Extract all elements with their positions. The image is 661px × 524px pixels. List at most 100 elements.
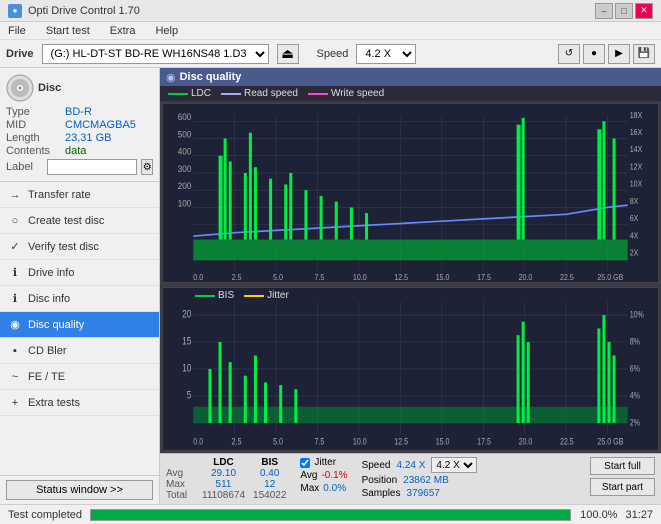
- svg-text:17.5: 17.5: [477, 272, 491, 282]
- stats-total-ldc: 11108674: [198, 490, 249, 501]
- nav-cd-bler[interactable]: ▪ CD Bler: [0, 338, 159, 364]
- svg-text:0.0: 0.0: [193, 436, 203, 447]
- minimize-button[interactable]: –: [595, 3, 613, 19]
- disc-contents-value: data: [65, 145, 86, 157]
- disc-type-row: Type BD-R: [6, 106, 153, 118]
- samples-row: Samples 379657: [362, 488, 478, 499]
- close-button[interactable]: ✕: [635, 3, 653, 19]
- status-window-button[interactable]: Status window >>: [6, 480, 153, 500]
- menu-help[interactable]: Help: [151, 25, 182, 37]
- svg-text:12.5: 12.5: [394, 436, 408, 447]
- svg-text:500: 500: [178, 129, 192, 140]
- start-full-button[interactable]: Start full: [590, 457, 655, 475]
- svg-text:10.0: 10.0: [353, 436, 367, 447]
- svg-text:6X: 6X: [630, 214, 639, 224]
- svg-text:8X: 8X: [630, 197, 639, 207]
- svg-text:2.5: 2.5: [232, 272, 242, 282]
- chart-title-icon: ◉: [166, 71, 176, 84]
- samples-label: Samples: [362, 488, 401, 499]
- menu-starttest[interactable]: Start test: [42, 25, 94, 37]
- max-jitter-label: Max: [300, 483, 319, 494]
- extra-tests-icon: +: [8, 396, 22, 410]
- svg-text:5.0: 5.0: [273, 436, 283, 447]
- stats-max-label: Max: [166, 479, 198, 490]
- start-part-button[interactable]: Start part: [590, 478, 655, 496]
- svg-text:16X: 16X: [630, 128, 643, 138]
- menu-file[interactable]: File: [4, 25, 30, 37]
- menubar: File Start test Extra Help: [0, 22, 661, 40]
- toolbar-btn-3[interactable]: ▶: [608, 44, 630, 64]
- svg-text:14X: 14X: [630, 145, 643, 155]
- progress-bar-outer: [90, 509, 571, 521]
- position-label: Position: [362, 475, 398, 486]
- disc-contents-row: Contents data: [6, 145, 153, 157]
- elapsed-time: 31:27: [625, 509, 653, 521]
- legend-bis-color: [195, 295, 215, 297]
- transfer-rate-icon: →: [8, 188, 22, 202]
- nav-verify-test-disc[interactable]: ✓ Verify test disc: [0, 234, 159, 260]
- legend-jitter-label: Jitter: [267, 290, 289, 301]
- toolbar-btn-2[interactable]: ●: [583, 44, 605, 64]
- svg-text:400: 400: [178, 146, 192, 157]
- stats-avg-row: Avg 29.10 0.40: [166, 468, 290, 479]
- legend-bis-label: BIS: [218, 290, 234, 301]
- bottom-bar: Test completed 100.0% 31:27: [0, 504, 661, 524]
- speed-select-stats[interactable]: 4.2 X: [431, 457, 477, 473]
- svg-text:15.0: 15.0: [436, 272, 450, 282]
- speed-label: Speed: [317, 48, 349, 60]
- svg-text:2%: 2%: [630, 417, 641, 428]
- nav-extra-tests[interactable]: + Extra tests: [0, 390, 159, 416]
- nav-fe-te-label: FE / TE: [28, 371, 65, 383]
- svg-text:8%: 8%: [630, 336, 641, 347]
- stats-max-bis: 12: [249, 479, 290, 490]
- nav-transfer-rate[interactable]: → Transfer rate: [0, 182, 159, 208]
- nav-cd-bler-label: CD Bler: [28, 345, 67, 357]
- nav-create-test-disc[interactable]: ○ Create test disc: [0, 208, 159, 234]
- nav-drive-info[interactable]: ℹ Drive info: [0, 260, 159, 286]
- svg-text:7.5: 7.5: [315, 436, 325, 447]
- drive-select[interactable]: (G:) HL-DT-ST BD-RE WH16NS48 1.D3: [42, 44, 269, 64]
- disc-label-label: Label: [6, 161, 43, 173]
- stats-total-bis: 154022: [249, 490, 290, 501]
- disc-info-icon: ℹ: [8, 292, 22, 306]
- stats-col-ldc: LDC: [198, 457, 249, 468]
- nav-fe-te[interactable]: ~ FE / TE: [0, 364, 159, 390]
- svg-text:20.0: 20.0: [519, 272, 533, 282]
- nav-disc-quality[interactable]: ◉ Disc quality: [0, 312, 159, 338]
- bottom-chart-svg: 20 15 10 5 10% 8% 6% 4% 2% 0.0 2.5 5.0 7…: [163, 288, 658, 450]
- legend-jitter-color: [244, 295, 264, 297]
- svg-text:100: 100: [178, 198, 192, 209]
- nav-disc-quality-label: Disc quality: [28, 319, 84, 331]
- jitter-speed-section: Jitter Avg -0.1% Max 0.0%: [300, 457, 347, 494]
- speed-select[interactable]: 4.2 X: [356, 44, 416, 64]
- menu-extra[interactable]: Extra: [106, 25, 140, 37]
- svg-text:10X: 10X: [630, 179, 643, 189]
- disc-label-input[interactable]: [47, 159, 137, 175]
- svg-text:2X: 2X: [630, 248, 639, 258]
- toolbar-btn-1[interactable]: ↺: [558, 44, 580, 64]
- svg-text:20: 20: [182, 309, 191, 321]
- maximize-button[interactable]: □: [615, 3, 633, 19]
- disc-length-label: Length: [6, 132, 61, 144]
- nav-items: → Transfer rate ○ Create test disc ✓ Ver…: [0, 182, 159, 475]
- disc-panel: Disc Type BD-R MID CMCMAGBA5 Length 23,3…: [0, 68, 159, 182]
- eject-button[interactable]: ⏏: [277, 44, 299, 64]
- stats-max-ldc: 511: [198, 479, 249, 490]
- nav-disc-info[interactable]: ℹ Disc info: [0, 286, 159, 312]
- stats-total-label: Total: [166, 490, 198, 501]
- max-jitter-val: 0.0%: [323, 483, 346, 494]
- status-text: Test completed: [8, 509, 82, 521]
- disc-label-button[interactable]: ⚙: [141, 159, 153, 175]
- window-controls: – □ ✕: [595, 3, 653, 19]
- svg-text:15: 15: [182, 336, 191, 348]
- speed-row: Speed 4.24 X 4.2 X: [362, 457, 478, 473]
- svg-text:10.0: 10.0: [353, 272, 367, 282]
- samples-val: 379657: [406, 488, 439, 499]
- jitter-checkbox[interactable]: [300, 458, 310, 468]
- position-row: Position 23862 MB: [362, 475, 478, 486]
- speed-position-section: Speed 4.24 X 4.2 X Position 23862 MB Sam…: [362, 457, 478, 499]
- toolbar-btn-4[interactable]: 💾: [633, 44, 655, 64]
- legend-ldc-color: [168, 93, 188, 95]
- nav-create-test-disc-label: Create test disc: [28, 215, 104, 227]
- nav-verify-test-disc-label: Verify test disc: [28, 241, 99, 253]
